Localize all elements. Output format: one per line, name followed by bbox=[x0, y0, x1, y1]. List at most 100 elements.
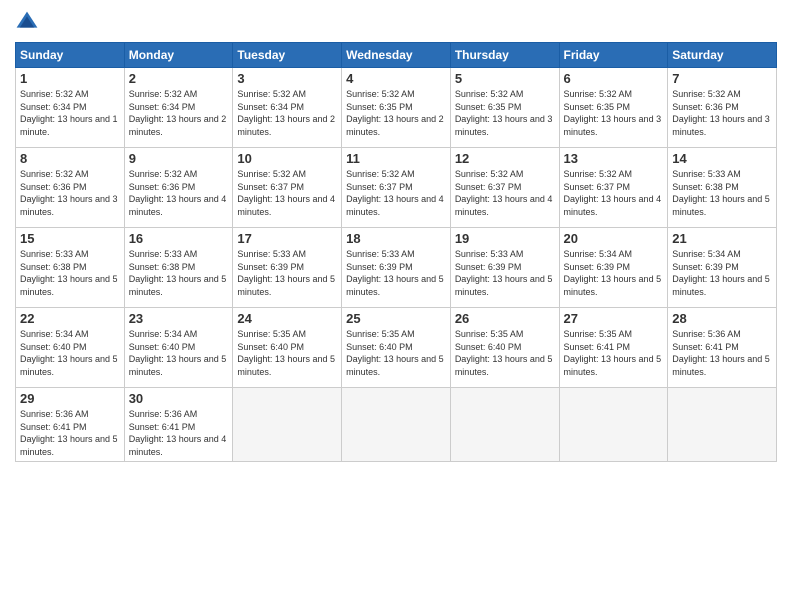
day-number: 3 bbox=[237, 71, 337, 86]
day-number: 30 bbox=[129, 391, 229, 406]
day-info: Sunrise: 5:32 AMSunset: 6:36 PMDaylight:… bbox=[129, 169, 227, 217]
day-info: Sunrise: 5:33 AMSunset: 6:38 PMDaylight:… bbox=[20, 249, 118, 297]
calendar-cell: 19 Sunrise: 5:33 AMSunset: 6:39 PMDaylig… bbox=[450, 228, 559, 308]
calendar-cell: 5 Sunrise: 5:32 AMSunset: 6:35 PMDayligh… bbox=[450, 68, 559, 148]
calendar-cell: 25 Sunrise: 5:35 AMSunset: 6:40 PMDaylig… bbox=[342, 308, 451, 388]
day-number: 22 bbox=[20, 311, 120, 326]
day-number: 12 bbox=[455, 151, 555, 166]
weekday-tuesday: Tuesday bbox=[233, 43, 342, 68]
day-info: Sunrise: 5:32 AMSunset: 6:37 PMDaylight:… bbox=[564, 169, 662, 217]
calendar: SundayMondayTuesdayWednesdayThursdayFrid… bbox=[15, 42, 777, 462]
calendar-week-4: 22 Sunrise: 5:34 AMSunset: 6:40 PMDaylig… bbox=[16, 308, 777, 388]
calendar-cell: 6 Sunrise: 5:32 AMSunset: 6:35 PMDayligh… bbox=[559, 68, 668, 148]
day-number: 1 bbox=[20, 71, 120, 86]
day-number: 13 bbox=[564, 151, 664, 166]
calendar-cell: 12 Sunrise: 5:32 AMSunset: 6:37 PMDaylig… bbox=[450, 148, 559, 228]
day-number: 11 bbox=[346, 151, 446, 166]
day-number: 28 bbox=[672, 311, 772, 326]
day-number: 6 bbox=[564, 71, 664, 86]
calendar-cell: 26 Sunrise: 5:35 AMSunset: 6:40 PMDaylig… bbox=[450, 308, 559, 388]
day-info: Sunrise: 5:35 AMSunset: 6:40 PMDaylight:… bbox=[346, 329, 444, 377]
day-info: Sunrise: 5:33 AMSunset: 6:39 PMDaylight:… bbox=[346, 249, 444, 297]
day-number: 25 bbox=[346, 311, 446, 326]
calendar-cell bbox=[559, 388, 668, 462]
calendar-week-2: 8 Sunrise: 5:32 AMSunset: 6:36 PMDayligh… bbox=[16, 148, 777, 228]
day-info: Sunrise: 5:33 AMSunset: 6:38 PMDaylight:… bbox=[129, 249, 227, 297]
day-info: Sunrise: 5:33 AMSunset: 6:39 PMDaylight:… bbox=[455, 249, 553, 297]
day-info: Sunrise: 5:32 AMSunset: 6:37 PMDaylight:… bbox=[237, 169, 335, 217]
day-number: 26 bbox=[455, 311, 555, 326]
day-number: 2 bbox=[129, 71, 229, 86]
weekday-wednesday: Wednesday bbox=[342, 43, 451, 68]
day-number: 17 bbox=[237, 231, 337, 246]
day-info: Sunrise: 5:36 AMSunset: 6:41 PMDaylight:… bbox=[20, 409, 118, 457]
calendar-cell: 1 Sunrise: 5:32 AMSunset: 6:34 PMDayligh… bbox=[16, 68, 125, 148]
header bbox=[15, 10, 777, 34]
calendar-cell: 17 Sunrise: 5:33 AMSunset: 6:39 PMDaylig… bbox=[233, 228, 342, 308]
day-number: 29 bbox=[20, 391, 120, 406]
weekday-saturday: Saturday bbox=[668, 43, 777, 68]
day-info: Sunrise: 5:35 AMSunset: 6:40 PMDaylight:… bbox=[455, 329, 553, 377]
day-number: 18 bbox=[346, 231, 446, 246]
calendar-cell: 20 Sunrise: 5:34 AMSunset: 6:39 PMDaylig… bbox=[559, 228, 668, 308]
day-number: 14 bbox=[672, 151, 772, 166]
day-number: 27 bbox=[564, 311, 664, 326]
calendar-cell bbox=[450, 388, 559, 462]
logo bbox=[15, 10, 43, 34]
day-info: Sunrise: 5:32 AMSunset: 6:34 PMDaylight:… bbox=[20, 89, 118, 137]
page: SundayMondayTuesdayWednesdayThursdayFrid… bbox=[0, 0, 792, 612]
calendar-cell: 7 Sunrise: 5:32 AMSunset: 6:36 PMDayligh… bbox=[668, 68, 777, 148]
calendar-cell: 21 Sunrise: 5:34 AMSunset: 6:39 PMDaylig… bbox=[668, 228, 777, 308]
calendar-cell: 30 Sunrise: 5:36 AMSunset: 6:41 PMDaylig… bbox=[124, 388, 233, 462]
day-info: Sunrise: 5:32 AMSunset: 6:34 PMDaylight:… bbox=[129, 89, 227, 137]
day-number: 23 bbox=[129, 311, 229, 326]
day-number: 20 bbox=[564, 231, 664, 246]
day-info: Sunrise: 5:32 AMSunset: 6:36 PMDaylight:… bbox=[20, 169, 118, 217]
day-number: 24 bbox=[237, 311, 337, 326]
calendar-week-5: 29 Sunrise: 5:36 AMSunset: 6:41 PMDaylig… bbox=[16, 388, 777, 462]
day-info: Sunrise: 5:36 AMSunset: 6:41 PMDaylight:… bbox=[129, 409, 227, 457]
calendar-cell: 2 Sunrise: 5:32 AMSunset: 6:34 PMDayligh… bbox=[124, 68, 233, 148]
day-info: Sunrise: 5:32 AMSunset: 6:36 PMDaylight:… bbox=[672, 89, 770, 137]
calendar-cell bbox=[233, 388, 342, 462]
day-number: 10 bbox=[237, 151, 337, 166]
calendar-cell: 13 Sunrise: 5:32 AMSunset: 6:37 PMDaylig… bbox=[559, 148, 668, 228]
day-number: 4 bbox=[346, 71, 446, 86]
day-number: 19 bbox=[455, 231, 555, 246]
day-info: Sunrise: 5:34 AMSunset: 6:39 PMDaylight:… bbox=[564, 249, 662, 297]
calendar-cell: 8 Sunrise: 5:32 AMSunset: 6:36 PMDayligh… bbox=[16, 148, 125, 228]
day-info: Sunrise: 5:32 AMSunset: 6:37 PMDaylight:… bbox=[346, 169, 444, 217]
day-info: Sunrise: 5:32 AMSunset: 6:35 PMDaylight:… bbox=[346, 89, 444, 137]
calendar-cell: 4 Sunrise: 5:32 AMSunset: 6:35 PMDayligh… bbox=[342, 68, 451, 148]
weekday-friday: Friday bbox=[559, 43, 668, 68]
day-number: 21 bbox=[672, 231, 772, 246]
calendar-cell: 28 Sunrise: 5:36 AMSunset: 6:41 PMDaylig… bbox=[668, 308, 777, 388]
calendar-cell: 15 Sunrise: 5:33 AMSunset: 6:38 PMDaylig… bbox=[16, 228, 125, 308]
weekday-sunday: Sunday bbox=[16, 43, 125, 68]
weekday-thursday: Thursday bbox=[450, 43, 559, 68]
calendar-cell: 10 Sunrise: 5:32 AMSunset: 6:37 PMDaylig… bbox=[233, 148, 342, 228]
calendar-cell: 14 Sunrise: 5:33 AMSunset: 6:38 PMDaylig… bbox=[668, 148, 777, 228]
calendar-cell bbox=[342, 388, 451, 462]
calendar-cell: 3 Sunrise: 5:32 AMSunset: 6:34 PMDayligh… bbox=[233, 68, 342, 148]
day-info: Sunrise: 5:35 AMSunset: 6:41 PMDaylight:… bbox=[564, 329, 662, 377]
calendar-cell: 9 Sunrise: 5:32 AMSunset: 6:36 PMDayligh… bbox=[124, 148, 233, 228]
calendar-cell: 27 Sunrise: 5:35 AMSunset: 6:41 PMDaylig… bbox=[559, 308, 668, 388]
day-info: Sunrise: 5:32 AMSunset: 6:35 PMDaylight:… bbox=[564, 89, 662, 137]
calendar-week-3: 15 Sunrise: 5:33 AMSunset: 6:38 PMDaylig… bbox=[16, 228, 777, 308]
day-info: Sunrise: 5:34 AMSunset: 6:40 PMDaylight:… bbox=[20, 329, 118, 377]
day-info: Sunrise: 5:34 AMSunset: 6:40 PMDaylight:… bbox=[129, 329, 227, 377]
calendar-cell: 18 Sunrise: 5:33 AMSunset: 6:39 PMDaylig… bbox=[342, 228, 451, 308]
calendar-cell: 29 Sunrise: 5:36 AMSunset: 6:41 PMDaylig… bbox=[16, 388, 125, 462]
weekday-header-row: SundayMondayTuesdayWednesdayThursdayFrid… bbox=[16, 43, 777, 68]
day-info: Sunrise: 5:32 AMSunset: 6:35 PMDaylight:… bbox=[455, 89, 553, 137]
calendar-cell: 11 Sunrise: 5:32 AMSunset: 6:37 PMDaylig… bbox=[342, 148, 451, 228]
weekday-monday: Monday bbox=[124, 43, 233, 68]
logo-icon bbox=[15, 10, 39, 34]
calendar-cell bbox=[668, 388, 777, 462]
calendar-cell: 16 Sunrise: 5:33 AMSunset: 6:38 PMDaylig… bbox=[124, 228, 233, 308]
day-info: Sunrise: 5:33 AMSunset: 6:38 PMDaylight:… bbox=[672, 169, 770, 217]
day-number: 7 bbox=[672, 71, 772, 86]
calendar-cell: 23 Sunrise: 5:34 AMSunset: 6:40 PMDaylig… bbox=[124, 308, 233, 388]
day-info: Sunrise: 5:32 AMSunset: 6:34 PMDaylight:… bbox=[237, 89, 335, 137]
